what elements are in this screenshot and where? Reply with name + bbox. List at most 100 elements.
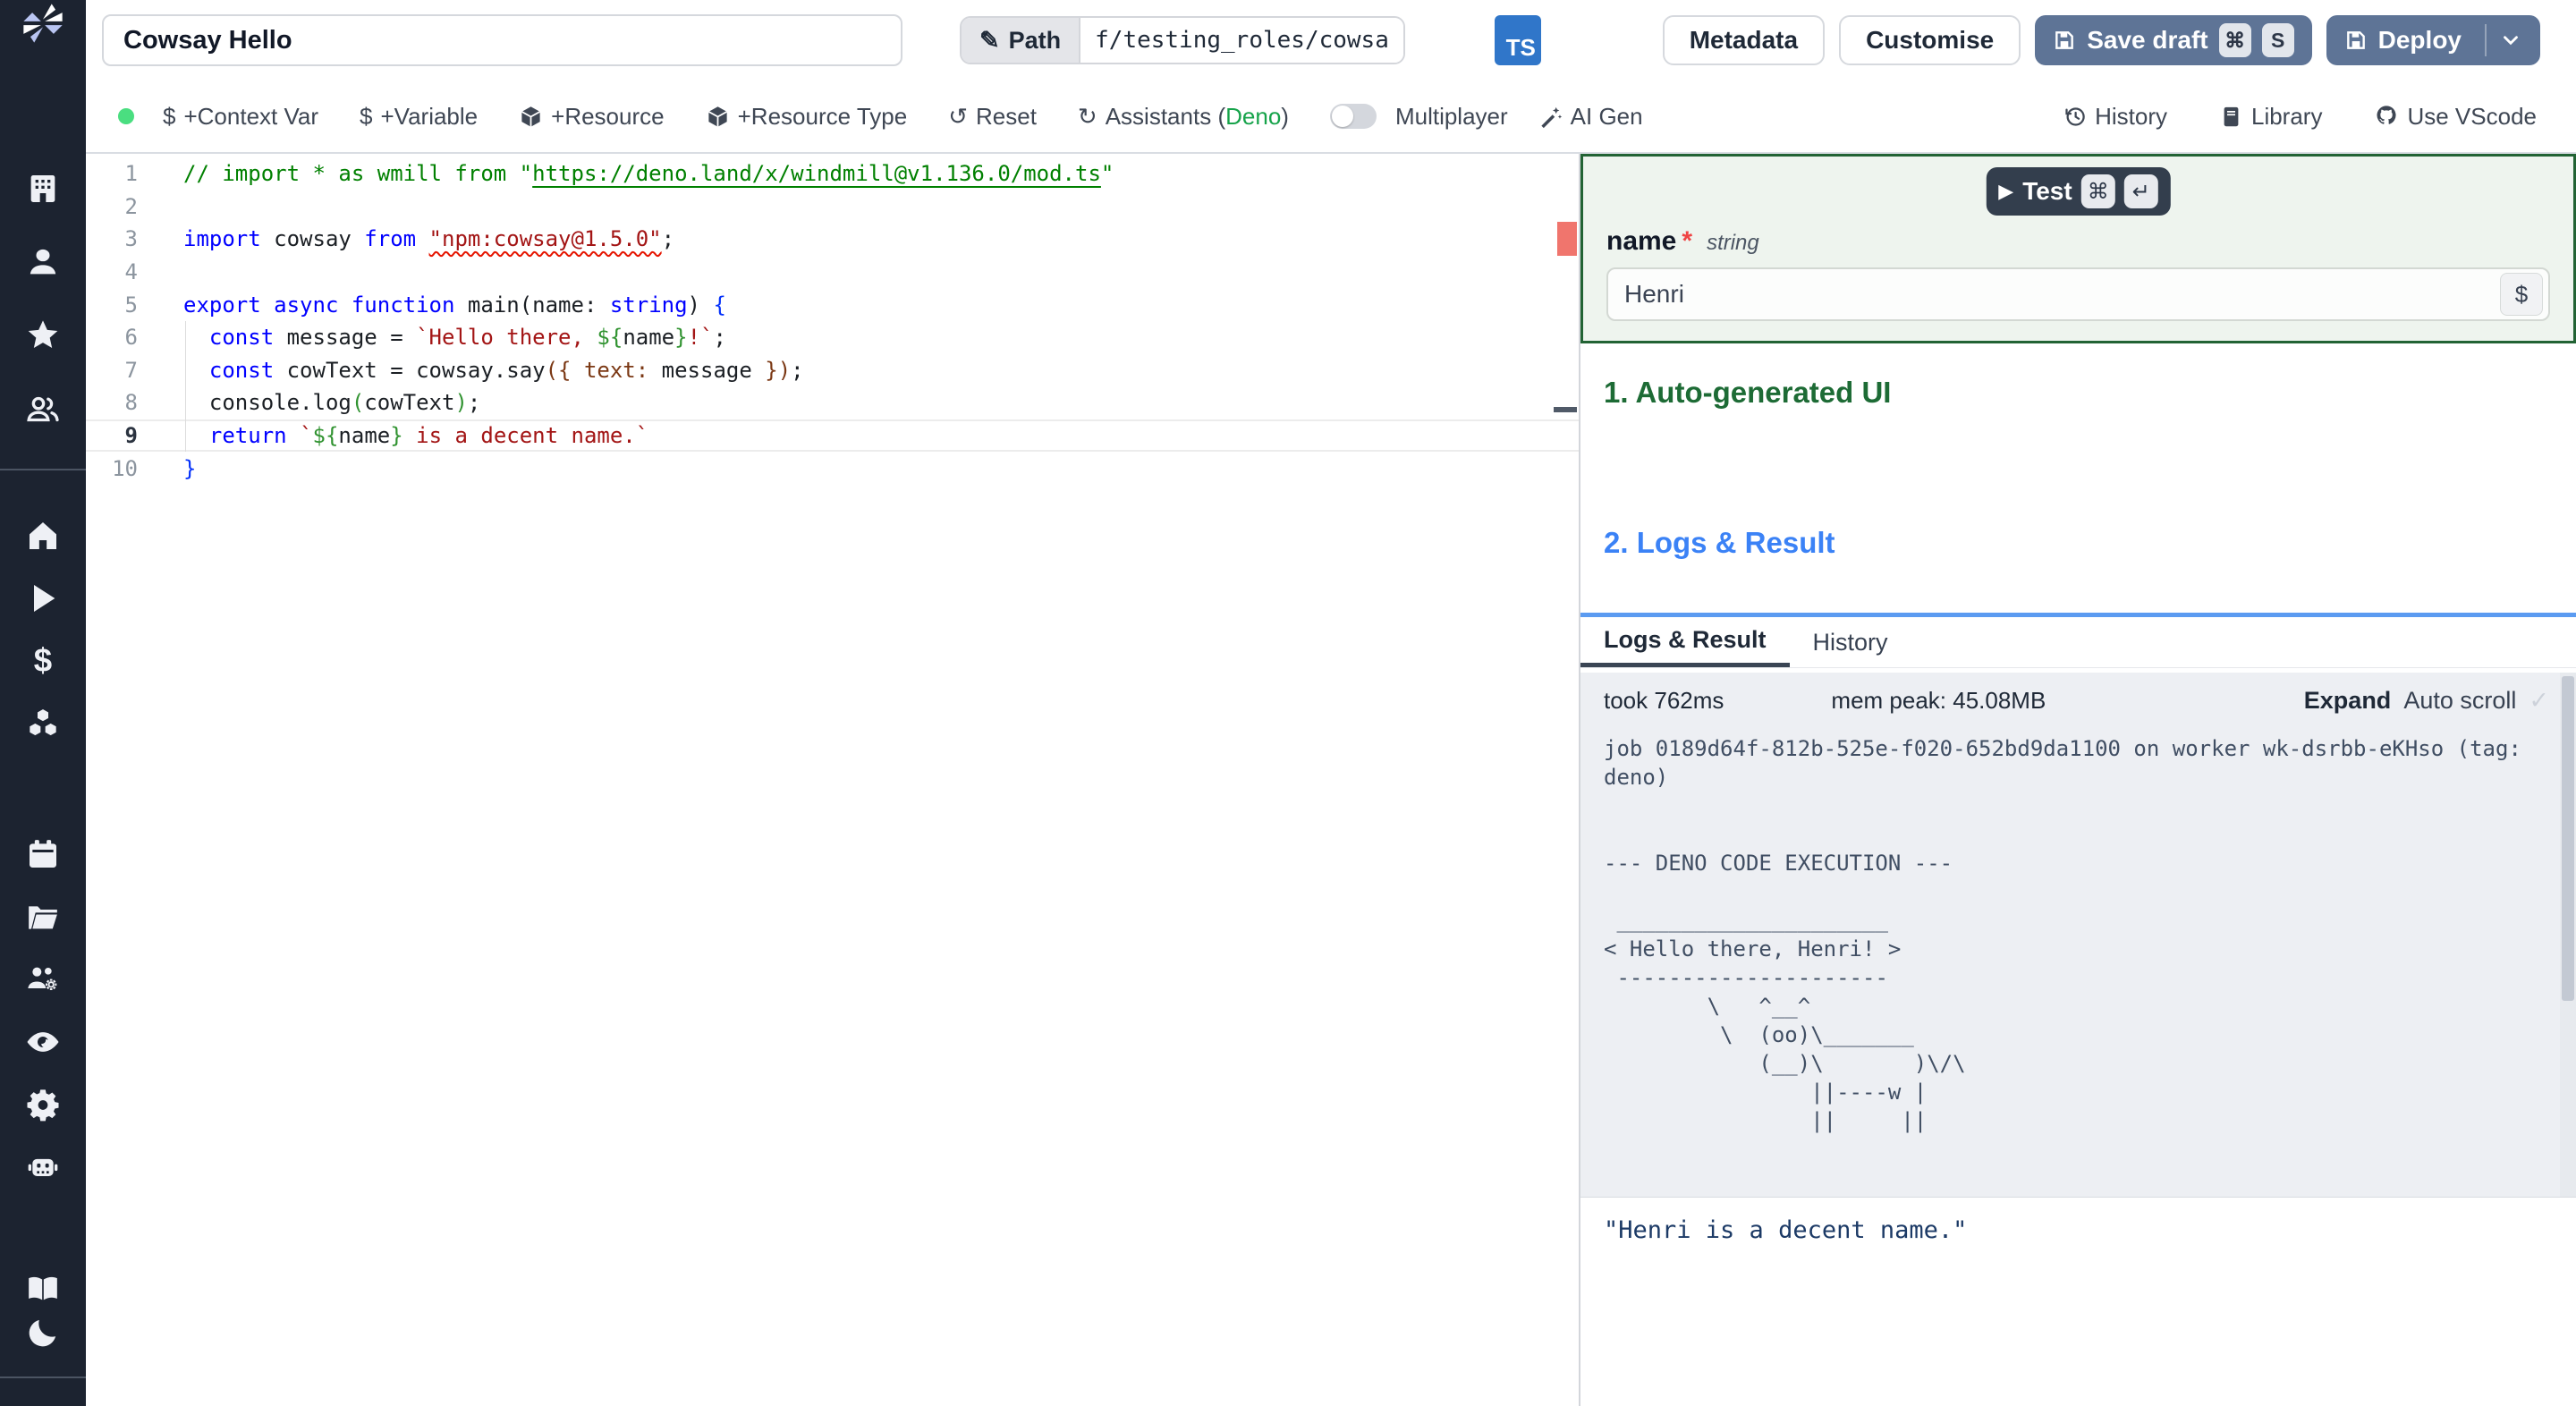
kbd-enter: ↵ xyxy=(2123,174,2158,208)
name-input[interactable] xyxy=(1608,280,2500,309)
line-number: 8 xyxy=(124,390,138,416)
resource-label: +Resource xyxy=(551,102,665,130)
auto-scroll-label[interactable]: Auto scroll xyxy=(2403,687,2516,715)
library-button[interactable]: Library xyxy=(2219,103,2322,131)
code-line[interactable]: 6 const message = `Hello there, ${name}!… xyxy=(86,321,1579,354)
sidebar-item-star[interactable] xyxy=(0,301,86,374)
add-resource-button[interactable]: +Resource xyxy=(519,102,665,131)
windmill-logo[interactable] xyxy=(0,0,86,47)
sidebar-item-play[interactable] xyxy=(0,569,86,631)
metadata-button[interactable]: Metadata xyxy=(1662,15,1826,65)
resource-type-label: +Resource Type xyxy=(737,102,908,130)
sidebar-item-users[interactable] xyxy=(0,374,86,447)
sidebar-item-home[interactable] xyxy=(0,506,86,569)
customise-button[interactable]: Customise xyxy=(1839,15,2021,65)
content-area: 1// import * as wmill from "https://deno… xyxy=(86,152,2576,1406)
building-icon xyxy=(25,171,61,211)
scrollbar-thumb[interactable] xyxy=(2562,676,2574,1002)
tab-logs-result[interactable]: Logs & Result xyxy=(1580,617,1790,667)
line-number: 3 xyxy=(124,226,138,252)
sidebar-item-eye[interactable] xyxy=(0,1012,86,1075)
robot-icon xyxy=(25,1149,61,1190)
deploy-button[interactable]: Deploy xyxy=(2326,15,2540,65)
expand-button[interactable]: Expand xyxy=(2304,687,2392,715)
topbar: ✎ Path f/testing_roles/cowsa TS Metadata… xyxy=(86,0,2576,80)
multiplayer-toggle[interactable] xyxy=(1329,104,1377,129)
assistants-button[interactable]: ↻ Assistants (Deno) xyxy=(1078,103,1289,131)
dollar-icon: $ xyxy=(360,103,373,130)
path-button[interactable]: ✎ Path xyxy=(962,18,1080,63)
history-button[interactable]: History xyxy=(2063,103,2167,131)
add-context-var-button[interactable]: $ +Context Var xyxy=(163,103,318,131)
code-line[interactable]: 7 const cowText = cowsay.say({ text: mes… xyxy=(86,354,1579,387)
sidebar-item-users-gear[interactable] xyxy=(0,950,86,1012)
reset-button[interactable]: ↺ Reset xyxy=(948,103,1037,131)
pencil-icon: ✎ xyxy=(979,26,1000,54)
logs-scrollbar[interactable] xyxy=(2560,673,2576,1197)
sidebar-item-dollar[interactable]: $ xyxy=(0,631,86,694)
variable-label: +Variable xyxy=(380,102,479,130)
tab-history[interactable]: History xyxy=(1790,617,1911,667)
ai-gen-button[interactable]: AI Gen xyxy=(1538,103,1643,131)
code-line[interactable]: 8 console.log(cowText); xyxy=(86,386,1579,419)
save-icon xyxy=(2055,31,2074,49)
test-button[interactable]: ▶ Test ⌘ ↵ xyxy=(1986,167,2171,216)
status-dot xyxy=(118,108,134,124)
magic-wand-icon xyxy=(1541,106,1562,128)
arg-field-name: name* string $ xyxy=(1606,226,2550,321)
kbd-cmd: ⌘ xyxy=(2218,23,2251,57)
user-icon xyxy=(25,244,61,284)
eye-icon xyxy=(25,1024,61,1064)
sidebar-item-robot[interactable] xyxy=(0,1138,86,1200)
result-area: "Henri is a decent name." xyxy=(1580,1197,2576,1406)
context-var-label: +Context Var xyxy=(183,102,319,130)
code-line[interactable]: 4 xyxy=(86,256,1579,289)
section-logs-result: 2. Logs & Result xyxy=(1604,526,1835,559)
code-line[interactable]: 5 export async function main(name: string… xyxy=(86,288,1579,321)
reset-icon: ↺ xyxy=(948,103,968,130)
insert-variable-button[interactable]: $ xyxy=(2500,273,2543,316)
dollar-icon: $ xyxy=(163,103,176,130)
add-resource-type-button[interactable]: +Resource Type xyxy=(706,102,908,131)
home-icon xyxy=(25,518,61,558)
scroll-position-marker xyxy=(1554,407,1577,412)
line-number: 10 xyxy=(112,455,138,481)
took-stat: took 762ms xyxy=(1604,687,1724,714)
sidebar-item-folder[interactable] xyxy=(0,887,86,950)
save-draft-button[interactable]: Save draft ⌘ S xyxy=(2035,15,2312,65)
save-icon xyxy=(2346,31,2365,49)
windmill-pinwheel-icon xyxy=(23,4,63,43)
line-number: 4 xyxy=(124,259,138,285)
users-gear-icon xyxy=(25,961,61,1002)
script-title-input[interactable] xyxy=(102,14,902,66)
sidebar-item-books[interactable] xyxy=(0,1267,86,1312)
history-label: History xyxy=(2095,102,2167,130)
sidebar-item-cubes[interactable] xyxy=(0,694,86,757)
typescript-badge: TS xyxy=(1494,15,1541,65)
sidebar-item-user[interactable] xyxy=(0,227,86,301)
overview-ruler[interactable] xyxy=(1554,154,1579,1406)
code-editor[interactable]: 1// import * as wmill from "https://deno… xyxy=(86,154,1579,1406)
code-lines: 1// import * as wmill from "https://deno… xyxy=(86,154,1579,485)
sidebar-item-building[interactable] xyxy=(0,154,86,227)
cube-icon xyxy=(521,106,541,127)
library-label: Library xyxy=(2250,102,2323,130)
moon-icon xyxy=(25,1315,61,1355)
code-line[interactable]: 9 return `${name} is a decent name.` xyxy=(86,419,1579,453)
sidebar-item-gear[interactable] xyxy=(0,1075,86,1138)
code-line[interactable]: 10} xyxy=(86,452,1579,485)
play-icon xyxy=(25,580,61,621)
sidebar-item-calendar[interactable] xyxy=(0,825,86,887)
sidebar-item-moon[interactable] xyxy=(0,1312,86,1357)
code-line[interactable]: 3 import cowsay from "npm:cowsay@1.5.0"; xyxy=(86,223,1579,256)
use-vscode-button[interactable]: Use VScode xyxy=(2374,103,2537,131)
code-line[interactable]: 2 xyxy=(86,191,1579,224)
sidebar-item-arrow-right[interactable] xyxy=(0,1391,86,1406)
path-value[interactable]: f/testing_roles/cowsa xyxy=(1079,18,1403,63)
deploy-dropdown[interactable] xyxy=(2485,24,2522,56)
add-variable-button[interactable]: $ +Variable xyxy=(360,103,478,131)
history-clock-icon xyxy=(2065,106,2085,126)
code-line[interactable]: 1// import * as wmill from "https://deno… xyxy=(86,157,1579,191)
run-stats: took 762ms mem peak: 45.08MB Expand Auto… xyxy=(1580,673,2576,715)
arrow-right-icon xyxy=(25,1400,61,1406)
